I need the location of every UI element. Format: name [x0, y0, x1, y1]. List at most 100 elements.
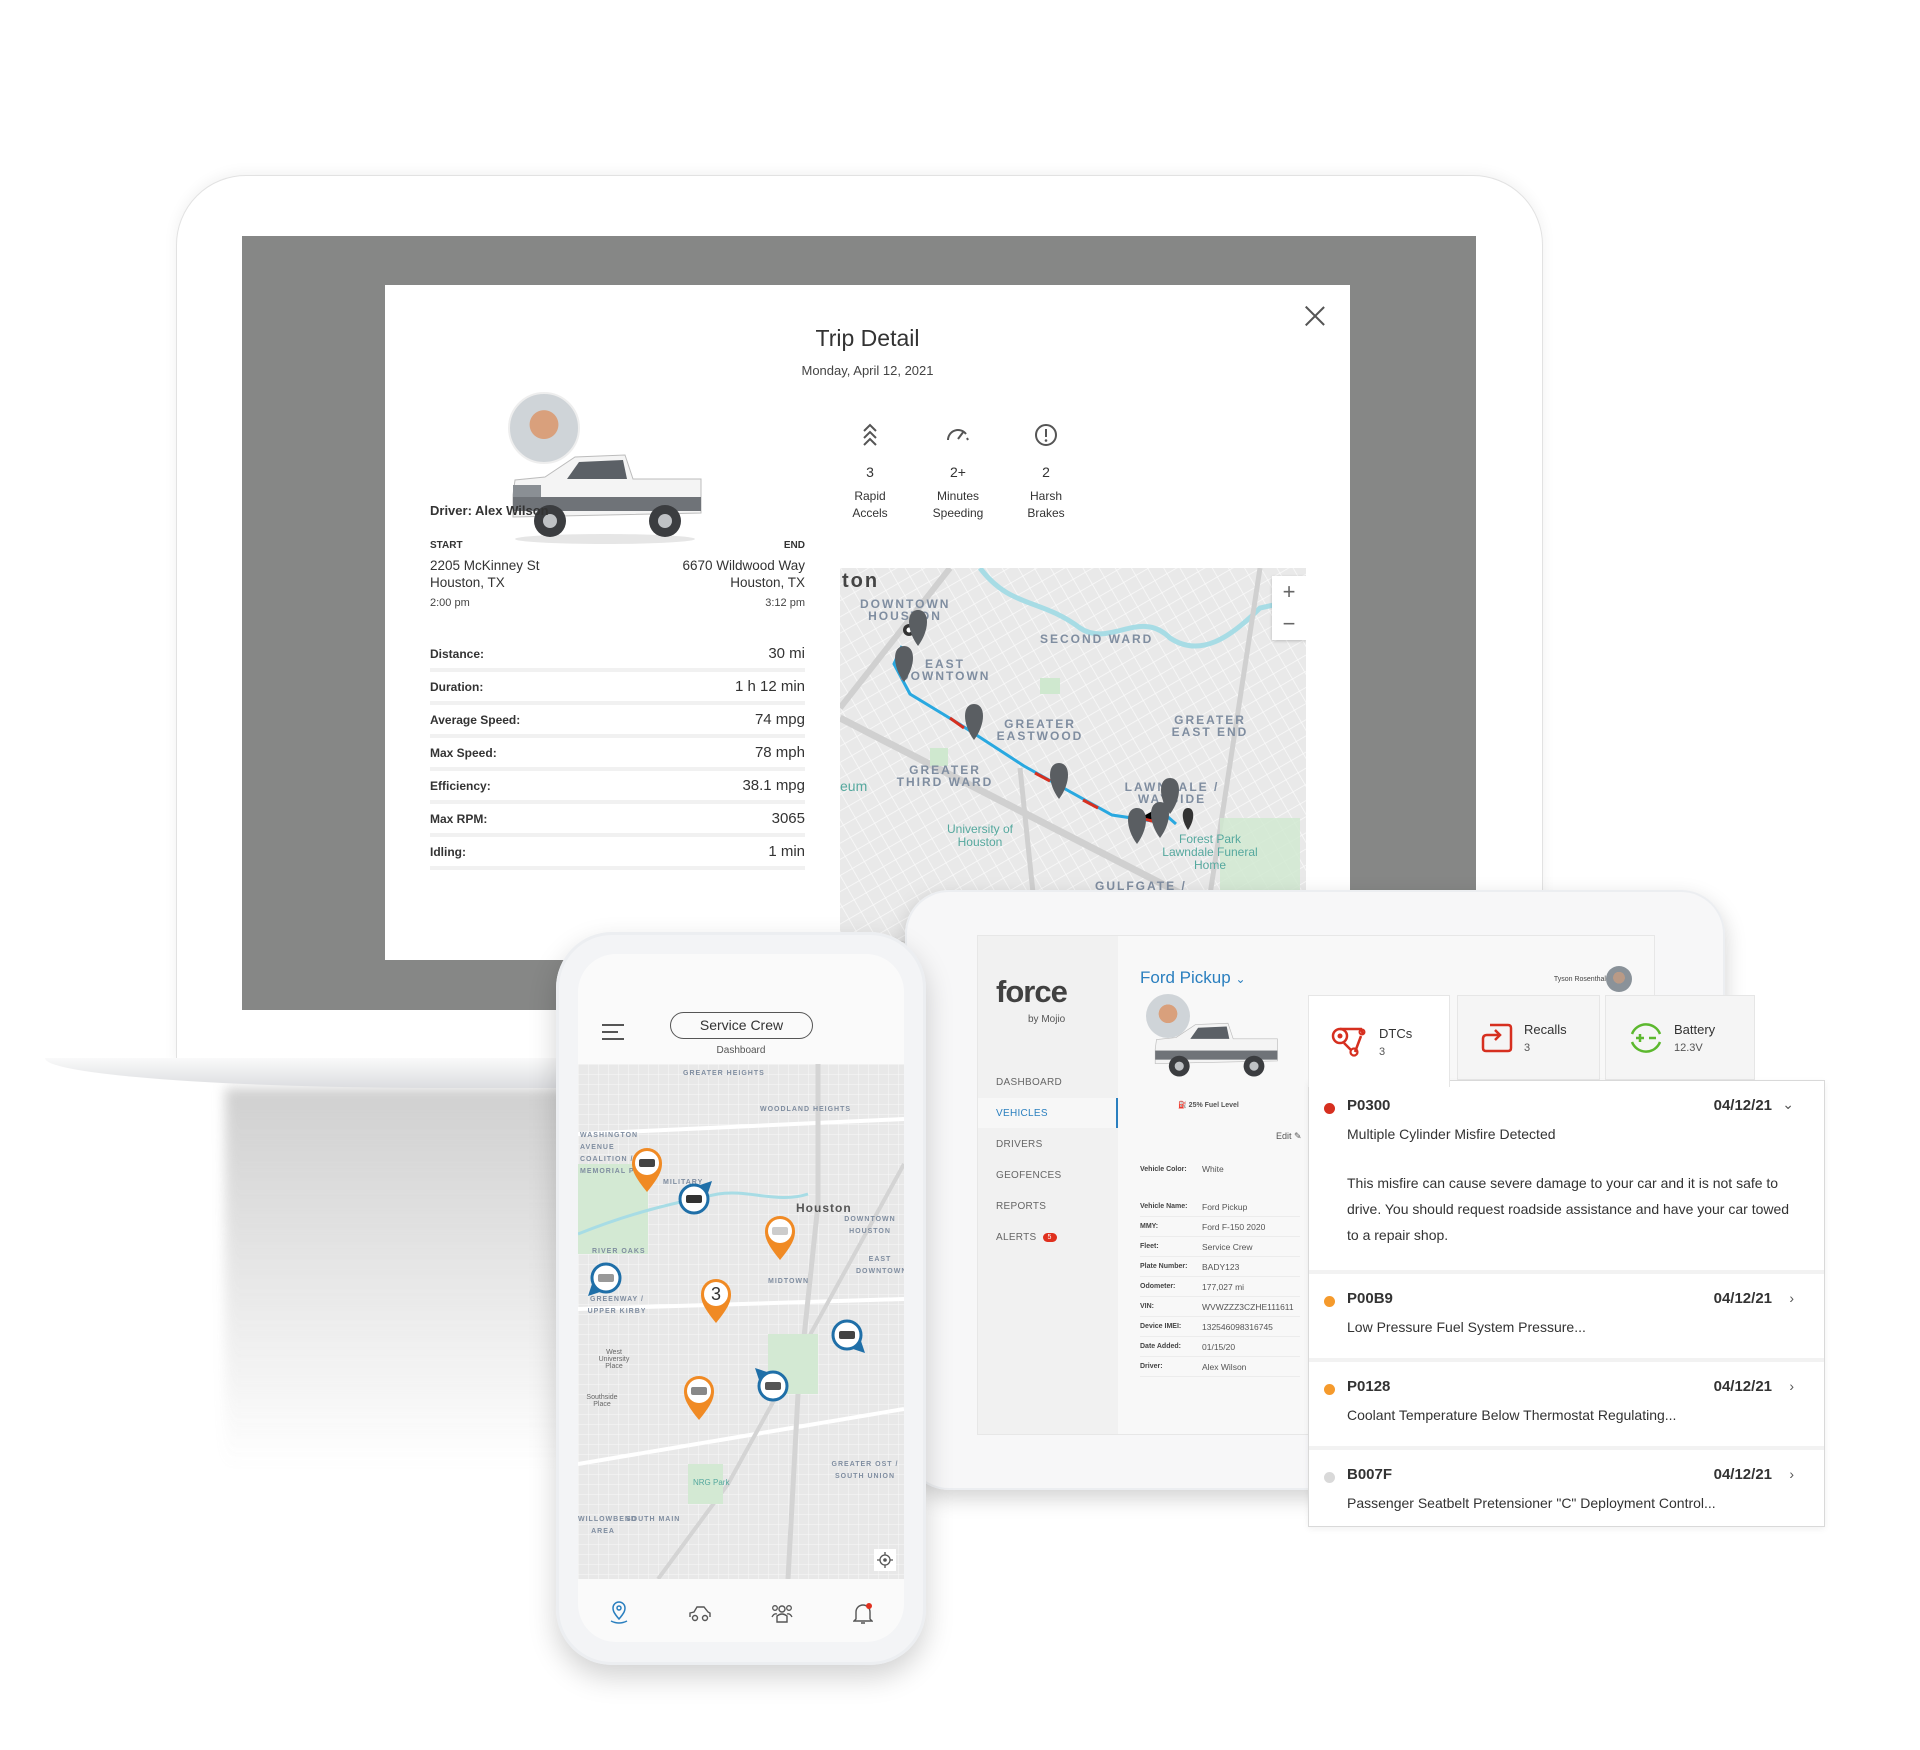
severity-dot [1324, 1296, 1335, 1307]
speedometer-icon [913, 420, 1003, 450]
nav-map[interactable] [599, 1600, 639, 1625]
user-avatar[interactable] [1606, 966, 1632, 992]
metric-row: Duration: 1 h 12 min [430, 672, 805, 705]
chevron-right-icon[interactable]: › [1789, 1378, 1794, 1394]
fuel-icon: ⛽ [1178, 1102, 1187, 1109]
severity-dot [1324, 1103, 1335, 1114]
bottom-nav [578, 1579, 904, 1642]
mojio-logo: by Mojio [1028, 1014, 1066, 1025]
nav-vehicles[interactable] [680, 1604, 720, 1622]
property-row: Plate Number: BADY123 [1140, 1257, 1300, 1277]
dtc-item[interactable]: 04/12/21 › P0128 Coolant Temperature Bel… [1309, 1362, 1824, 1450]
battery-icon [1630, 1022, 1662, 1053]
screen-subtitle: Dashboard [716, 1045, 766, 1056]
vehicle-pin-orange[interactable] [682, 1374, 716, 1420]
map-label: RIVER OAKS [592, 1248, 646, 1255]
hamburger-menu-icon[interactable] [602, 1024, 624, 1045]
map-label: WILLOWBEND AREA [578, 1516, 637, 1535]
map-label: GREATER OST / SOUTH UNION [831, 1461, 899, 1480]
property-row: Fleet: Service Crew [1140, 1237, 1300, 1257]
fleet-selector[interactable]: Service Crew [670, 1012, 813, 1039]
recall-icon [1481, 1023, 1513, 1052]
chevron-down-icon[interactable]: ⌄ [1782, 1096, 1794, 1113]
vehicle-pin-blue[interactable] [831, 1319, 867, 1355]
fleet-map[interactable]: GREATER HEIGHTS WOODLAND HEIGHTS WASHING… [578, 1064, 904, 1579]
alert-circle-icon [1001, 420, 1091, 450]
alerts-badge: 5 [1042, 1232, 1057, 1242]
harsh-brake-pin-icon [1128, 808, 1146, 844]
phone-screen: Service Crew Dashboard GREATER HEIGHTS W… [578, 954, 904, 1642]
metric-row: Average Speed: 74 mpg [430, 705, 805, 738]
vehicle-pin-orange[interactable] [763, 1214, 797, 1260]
stat-harsh-brakes: 2 Harsh Brakes [1001, 420, 1091, 522]
driver-name: Driver: Alex Wilson [430, 503, 549, 518]
property-row: Driver: Alex Wilson [1140, 1357, 1300, 1377]
map-label: Houston [796, 1201, 852, 1215]
property-row: MMY: Ford F-150 2020 [1140, 1217, 1300, 1237]
sidebar-item-geofences[interactable]: GEOFENCES [978, 1160, 1118, 1190]
trip-detail-modal: Trip Detail Monday, April 12, 2021 3 Rap… [385, 285, 1350, 960]
zoom-in-button[interactable]: + [1272, 576, 1306, 608]
sidebar-item-alerts[interactable]: ALERTS 5 [978, 1222, 1118, 1252]
user-name: Tyson Rosenthal [1553, 976, 1606, 983]
car-icon [689, 1605, 711, 1621]
driver-avatar [508, 392, 580, 464]
tab-dtcs[interactable]: DTCs 3 [1308, 995, 1450, 1087]
property-row: Odometer: 177,027 mi [1140, 1277, 1300, 1297]
property-row: Date Added: 01/15/20 [1140, 1337, 1300, 1357]
map-label: EAST DOWNTOWN [856, 1256, 904, 1275]
metric-row: Max RPM: 3065 [430, 804, 805, 837]
dtc-item[interactable]: 04/12/21 › B007F Passenger Seatbelt Pret… [1309, 1450, 1824, 1528]
chevron-right-icon[interactable]: › [1789, 1466, 1794, 1482]
vehicle-pin-blue[interactable] [586, 1262, 622, 1298]
zoom-out-button[interactable]: − [1272, 608, 1306, 640]
rapid-accel-pin-icon [895, 646, 913, 682]
dtc-item-expanded[interactable]: 04/12/21 ⌄ P0300 Multiple Cylinder Misfi… [1309, 1081, 1824, 1274]
map-zoom-control: + − [1272, 576, 1306, 640]
edit-button[interactable]: Edit ✎ [1276, 1131, 1302, 1142]
trip-metrics: Distance: 30 mi Duration: 1 h 12 min Avera… [430, 639, 805, 870]
sidebar-item-reports[interactable]: REPORTS [978, 1191, 1118, 1221]
chevron-down-icon: ⌄ [1235, 972, 1246, 986]
force-logo: force [996, 974, 1068, 1009]
modal-title: Trip Detail [815, 325, 920, 351]
map-label: WOODLAND HEIGHTS [760, 1106, 852, 1113]
locate-me-button[interactable] [874, 1549, 896, 1571]
stat-minutes-speeding: 2+ Minutes Speeding [913, 420, 1003, 522]
vehicle-cluster-pin[interactable]: 3 [699, 1277, 733, 1323]
chevron-right-icon[interactable]: › [1789, 1290, 1794, 1306]
metric-row: Idling: 1 min [430, 837, 805, 870]
vehicle-pin-blue[interactable] [678, 1179, 714, 1215]
nav-drivers[interactable] [762, 1603, 802, 1623]
trip-end: END 6670 Wildwood Way Houston, TX 3:12 pm [682, 540, 805, 609]
stat-rapid-accels: 3 Rapid Accels [825, 420, 915, 522]
end-pin-icon [1182, 808, 1194, 830]
nav-alerts[interactable] [843, 1602, 883, 1624]
sidebar-item-drivers[interactable]: DRIVERS [978, 1129, 1118, 1159]
start-end: START 2205 McKinney St Houston, TX 2:00 p… [430, 540, 805, 609]
map-label: MIDTOWN [768, 1278, 810, 1285]
vehicle-pin-blue[interactable] [753, 1366, 789, 1402]
dtc-item[interactable]: 04/12/21 › P00B9 Low Pressure Fuel Syste… [1309, 1274, 1824, 1362]
sidebar-item-dashboard[interactable]: DASHBOARD [978, 1067, 1118, 1097]
map-label: West University Place [598, 1349, 630, 1370]
map-label: NRG Park [693, 1478, 730, 1487]
metric-row: Efficiency: 38.1 mpg [430, 771, 805, 804]
map-label: DOWNTOWN HOUSTON [844, 1216, 896, 1235]
sidebar-item-vehicles[interactable]: VEHICLES [978, 1098, 1118, 1128]
tab-recalls[interactable]: Recalls 3 [1457, 995, 1600, 1080]
tab-battery[interactable]: Battery 12.3V [1605, 995, 1755, 1080]
map-label: GREATER HEIGHTS [683, 1070, 765, 1077]
trip-start: START 2205 McKinney St Houston, TX 2:00 p… [430, 540, 540, 609]
vehicle-pin-orange[interactable] [630, 1146, 664, 1192]
vehicle-selector[interactable]: Ford Pickup ⌄ [1140, 968, 1246, 988]
vehicle-properties: Vehicle Color: White Vehicle Name: Ford Pi… [1140, 1159, 1300, 1377]
phone-frame: Service Crew Dashboard GREATER HEIGHTS W… [556, 932, 926, 1665]
map-pin-icon [610, 1600, 628, 1624]
property-row: Device IMEI: 132546098316745 [1140, 1317, 1300, 1337]
severity-dot [1324, 1384, 1335, 1395]
property-row: Vehicle Name: Ford Pickup [1140, 1197, 1300, 1217]
rapid-accel-icon [825, 420, 915, 450]
fuel-level: ⛽ 25% Fuel Level [1178, 1102, 1239, 1109]
cluster-count: 3 [710, 1284, 721, 1304]
